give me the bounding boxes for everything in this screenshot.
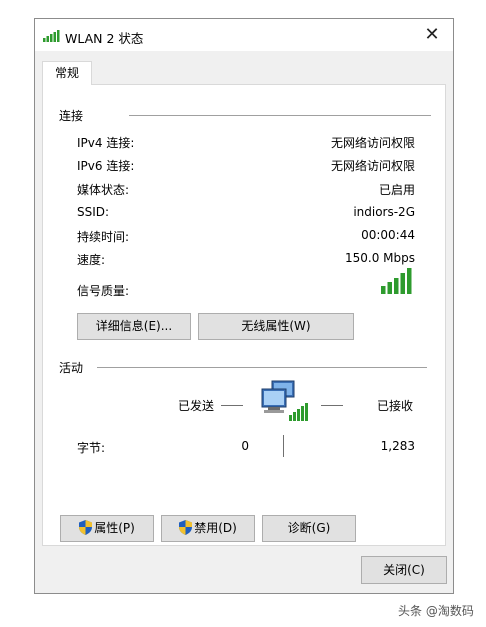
connection-divider <box>129 115 431 116</box>
tab-general[interactable]: 常规 <box>42 61 92 85</box>
title-bar: WLAN 2 状态 ✕ <box>35 19 453 51</box>
sent-line <box>221 405 243 406</box>
close-button[interactable]: 关闭(C) <box>361 556 447 584</box>
ipv6-value: 无网络访问权限 <box>330 159 415 173</box>
activity-divider <box>97 367 427 368</box>
ssid-value: indiors-2G <box>353 205 415 219</box>
uac-shield-icon <box>179 520 193 535</box>
ipv4-label: IPv4 连接: <box>77 136 135 150</box>
wifi-signal-icon <box>43 30 60 42</box>
close-icon[interactable]: ✕ <box>419 22 445 48</box>
bytes-separator <box>283 435 284 457</box>
details-button[interactable]: 详细信息(E)... <box>77 313 191 340</box>
ipv6-label: IPv6 连接: <box>77 159 135 173</box>
connection-heading: 连接 <box>59 109 84 123</box>
received-label: 已接收 <box>377 399 414 413</box>
sent-label: 已发送 <box>178 399 215 413</box>
media-state-label: 媒体状态: <box>77 183 130 197</box>
ssid-label: SSID: <box>77 205 110 219</box>
speed-value: 150.0 Mbps <box>344 251 415 265</box>
network-computers-icon <box>261 380 308 421</box>
disable-button-label: 禁用(D) <box>194 521 237 535</box>
diagnose-button[interactable]: 诊断(G) <box>262 515 356 542</box>
uac-shield-icon <box>79 520 93 535</box>
wireless-properties-button[interactable]: 无线属性(W) <box>198 313 354 340</box>
properties-button[interactable]: 属性(P) <box>60 515 154 542</box>
bytes-label: 字节: <box>77 441 106 455</box>
general-panel: 连接 IPv4 连接: 无网络访问权限 IPv6 连接: 无网络访问权限 媒体状… <box>42 84 446 546</box>
ipv4-value: 无网络访问权限 <box>330 136 415 150</box>
disable-button[interactable]: 禁用(D) <box>161 515 255 542</box>
bytes-received-value: 1,283 <box>380 439 415 453</box>
duration-value: 00:00:44 <box>361 228 415 242</box>
speed-label: 速度: <box>77 253 106 267</box>
watermark: 头条 @淘数码 <box>398 604 474 618</box>
properties-button-label: 属性(P) <box>94 521 135 535</box>
received-line <box>321 405 343 406</box>
signal-quality-label: 信号质量: <box>77 284 130 298</box>
media-state-value: 已启用 <box>378 183 415 197</box>
bytes-sent-value: 0 <box>241 439 249 453</box>
activity-heading: 活动 <box>59 361 84 375</box>
window-title: WLAN 2 状态 <box>65 31 144 46</box>
signal-strength-icon <box>381 268 412 294</box>
wlan-status-dialog: WLAN 2 状态 ✕ 常规 连接 IPv4 连接: 无网络访问权限 IPv6 … <box>34 18 454 594</box>
duration-label: 持续时间: <box>77 230 130 244</box>
